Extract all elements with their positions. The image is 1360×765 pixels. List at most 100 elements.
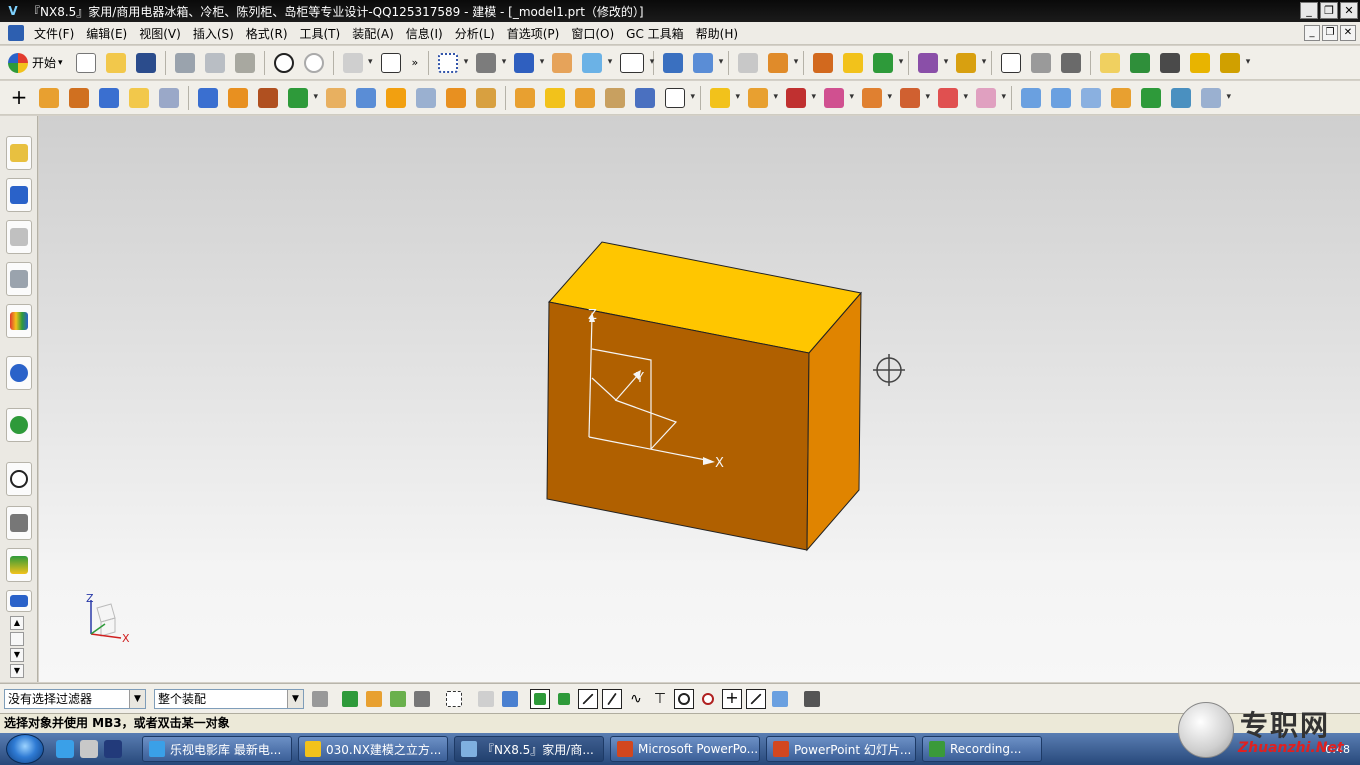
- layer-settings-button[interactable]: [735, 50, 761, 76]
- menu-analysis[interactable]: 分析(L): [449, 25, 501, 42]
- menu-information[interactable]: 信息(I): [400, 25, 449, 42]
- scroll-down-button[interactable]: ▼: [10, 648, 24, 662]
- pad-button[interactable]: [156, 85, 182, 111]
- reuse-library-tab[interactable]: [6, 262, 32, 296]
- pattern-button[interactable]: [225, 85, 251, 111]
- menu-tools[interactable]: 工具(T): [294, 25, 347, 42]
- snap-quadrant-button[interactable]: [698, 689, 718, 709]
- feature-rule-button[interactable]: [340, 689, 360, 709]
- graphics-window[interactable]: Z X Y Z X: [39, 116, 1360, 682]
- command-finder-button[interactable]: [378, 50, 404, 76]
- abc-tool-button[interactable]: [1217, 50, 1250, 76]
- fit-view-button[interactable]: [435, 50, 468, 76]
- doc-minimize-button[interactable]: _: [1304, 25, 1320, 41]
- open-file-button[interactable]: [103, 50, 129, 76]
- windows-start-button[interactable]: [6, 734, 44, 764]
- menu-edit[interactable]: 编辑(E): [80, 25, 133, 42]
- bridge-surface-button[interactable]: [1138, 85, 1164, 111]
- doc-close-button[interactable]: ✕: [1340, 25, 1356, 41]
- process-studio-tab[interactable]: [6, 548, 32, 582]
- snap-arc-center-button[interactable]: [674, 688, 694, 709]
- document-icon[interactable]: [8, 25, 24, 41]
- green-tool-button[interactable]: [1127, 50, 1153, 76]
- selection-settings-button[interactable]: [310, 689, 330, 709]
- taskbar-button-folder[interactable]: 030.NX建模之立方...: [298, 736, 448, 762]
- yellow-box-button[interactable]: [1187, 50, 1213, 76]
- explorer-icon[interactable]: [80, 740, 98, 758]
- n-sided-surface-button[interactable]: [1108, 85, 1134, 111]
- add-component-button[interactable]: [707, 85, 740, 111]
- menu-insert[interactable]: 插入(S): [187, 25, 240, 42]
- restore-button[interactable]: ❐: [1320, 2, 1338, 19]
- delete-face-button[interactable]: [973, 85, 1006, 111]
- history-clock-tab[interactable]: [6, 462, 32, 496]
- tube-button[interactable]: [572, 85, 598, 111]
- menu-help[interactable]: 帮助(H): [690, 25, 744, 42]
- edge-display-button[interactable]: [549, 50, 575, 76]
- snap-point-on-face-button[interactable]: [770, 689, 790, 709]
- scroll-end-button[interactable]: ▼: [10, 664, 24, 678]
- emboss-button[interactable]: [632, 85, 658, 111]
- shaded-display-button[interactable]: [511, 50, 544, 76]
- draft-button[interactable]: [353, 85, 379, 111]
- copy-button[interactable]: [202, 50, 228, 76]
- through-curves-button[interactable]: [1018, 85, 1044, 111]
- stack-layers-button[interactable]: [1028, 50, 1054, 76]
- snap-existing-point-button[interactable]: +: [722, 688, 742, 709]
- history-tab[interactable]: [6, 408, 32, 442]
- menu-file[interactable]: 文件(F): [28, 25, 80, 42]
- studio-surface-button[interactable]: [1078, 85, 1104, 111]
- selection-button[interactable]: [870, 50, 903, 76]
- replace-face-button[interactable]: [897, 85, 930, 111]
- rectangle-select-button[interactable]: [444, 689, 464, 709]
- assembly-navigator-button[interactable]: [998, 50, 1024, 76]
- assembly-navigator-tab[interactable]: [6, 136, 32, 170]
- redo-button[interactable]: [301, 50, 327, 76]
- snap-intersection-button[interactable]: ⊤: [650, 689, 670, 709]
- edge-rule-button[interactable]: [412, 689, 432, 709]
- close-button[interactable]: ✕: [1340, 2, 1358, 19]
- show-desktop-icon[interactable]: [104, 740, 122, 758]
- snap-control-button[interactable]: [602, 688, 622, 709]
- selection-scope-select[interactable]: 整个装配 ▼: [154, 688, 304, 709]
- constraint-navigator-tab[interactable]: [6, 178, 32, 212]
- hammer-tool-button[interactable]: [1157, 50, 1183, 76]
- measure-distance-button[interactable]: [953, 50, 986, 76]
- revolve-button[interactable]: [66, 85, 92, 111]
- menu-gc-toolkit[interactable]: GC 工具箱: [620, 25, 690, 42]
- start-button[interactable]: 开始 ▾: [4, 50, 67, 76]
- face-rule-button[interactable]: [364, 689, 384, 709]
- wireframe-cube-button[interactable]: [662, 85, 695, 111]
- taskbar-button-recording[interactable]: Recording...: [922, 736, 1042, 762]
- snap-midpoint-button[interactable]: [554, 689, 574, 709]
- scroll-track[interactable]: [10, 632, 24, 646]
- select-body-button[interactable]: [476, 689, 496, 709]
- view-section-button[interactable]: [579, 50, 612, 76]
- law-extension-button[interactable]: [1168, 85, 1194, 111]
- menu-preferences[interactable]: 首选项(P): [501, 25, 566, 42]
- block-button[interactable]: [96, 85, 122, 111]
- trim-sheet-button[interactable]: [1198, 85, 1231, 111]
- chamfer-button[interactable]: [413, 85, 439, 111]
- taskbar-button-browser[interactable]: 乐视电影库 最新电...: [142, 736, 292, 762]
- part-navigator-tab[interactable]: [6, 220, 32, 254]
- toolbar-overflow[interactable]: »: [412, 56, 419, 69]
- move-object-button[interactable]: [660, 50, 686, 76]
- snap-point-button[interactable]: [915, 50, 948, 76]
- menu-view[interactable]: 视图(V): [133, 25, 187, 42]
- new-file-button[interactable]: [73, 50, 99, 76]
- snap-point-on-curve-button[interactable]: [746, 688, 766, 709]
- taskbar-button-nx[interactable]: 『NX8.5』家用/商...: [454, 736, 604, 762]
- sweep-button[interactable]: [542, 85, 568, 111]
- type-filter-select[interactable]: 没有选择过滤器 ▼: [4, 688, 146, 709]
- unite-button[interactable]: [745, 85, 778, 111]
- point-button[interactable]: +: [6, 85, 32, 111]
- scroll-up-button[interactable]: ▲: [10, 616, 24, 630]
- hole-button[interactable]: [195, 85, 221, 111]
- orient-view-button[interactable]: [473, 50, 506, 76]
- wcs-button[interactable]: [765, 50, 798, 76]
- wave-linker-button[interactable]: [859, 85, 892, 111]
- datum-button[interactable]: [285, 85, 318, 111]
- through-mesh-button[interactable]: [1048, 85, 1074, 111]
- shell-button[interactable]: [443, 85, 469, 111]
